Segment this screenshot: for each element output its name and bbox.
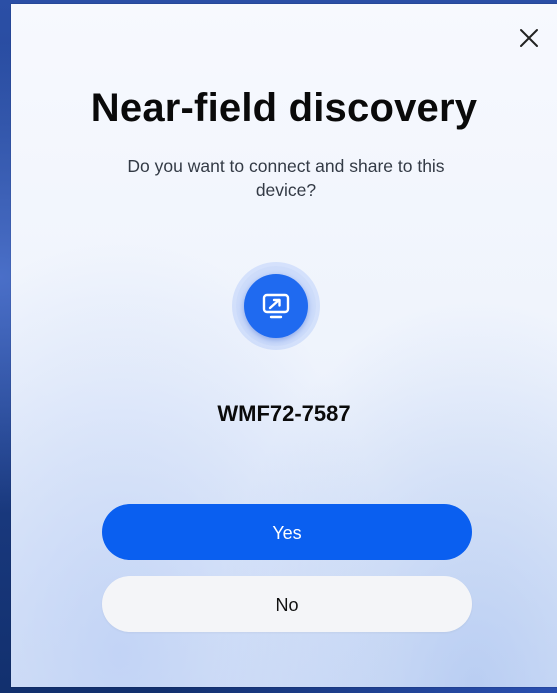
yes-button[interactable]: Yes (102, 504, 472, 560)
near-field-discovery-dialog: Near-field discovery Do you want to conn… (11, 4, 557, 687)
close-icon (520, 29, 538, 47)
device-icon-badge (236, 266, 316, 346)
device-name: WMF72-7587 (217, 401, 351, 426)
close-button[interactable] (515, 24, 543, 52)
dialog-title: Near-field discovery (90, 86, 478, 130)
screen-share-icon (262, 293, 290, 319)
dialog-subtitle: Do you want to connect and share to this… (127, 156, 445, 200)
no-button[interactable]: No (102, 576, 472, 632)
